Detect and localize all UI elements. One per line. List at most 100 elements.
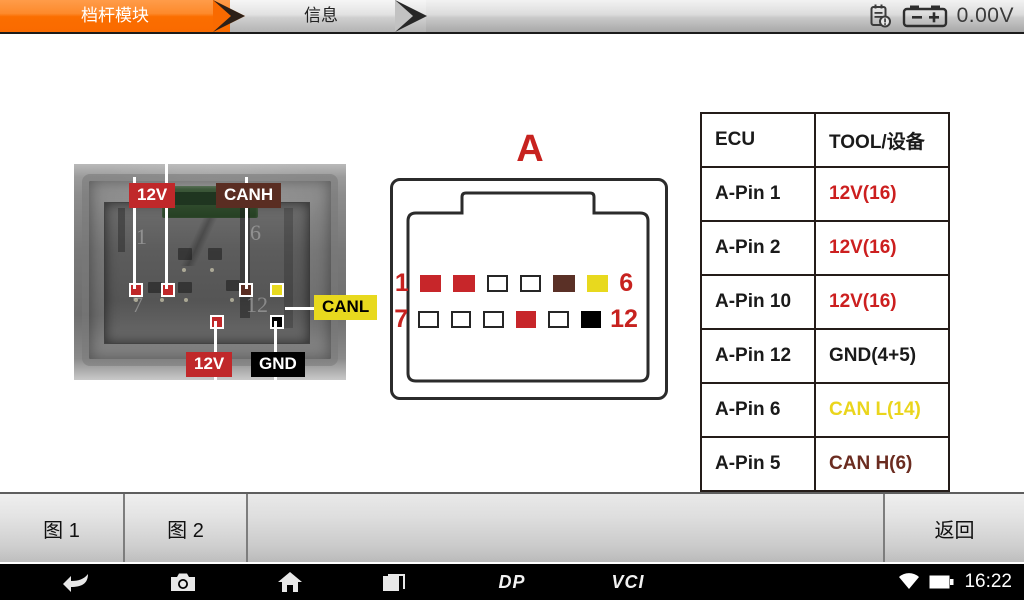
table-row: A-Pin 10 12V(16) (700, 274, 950, 330)
marker-canl (270, 283, 284, 297)
table-cell-ecu: A-Pin 6 (700, 382, 816, 438)
brand-dp-label: DP (498, 571, 526, 592)
vci-indicator[interactable]: VCI (598, 564, 658, 600)
tab-gear-module[interactable]: 档杆模块 (0, 0, 245, 32)
pin-row2-end-label: 12 (610, 304, 638, 333)
marker-12v-c (210, 315, 224, 329)
table-row: A-Pin 6 CAN L(14) (700, 382, 950, 438)
recent-apps-icon[interactable] (366, 564, 422, 600)
callout-canl-label: CANL (322, 297, 370, 316)
pinout-table: ECU TOOL/设备 A-Pin 1 12V(16) A-Pin 2 12V(… (700, 112, 950, 492)
home-icon[interactable] (262, 564, 318, 600)
leader-line-12v-b (165, 159, 168, 289)
nav-bar-right: 16:22 (898, 564, 1012, 600)
callout-12v-top-left-label: 12V (137, 185, 168, 204)
table-row: A-Pin 1 12V(16) (700, 166, 950, 222)
table-cell-ecu: A-Pin 5 (700, 436, 816, 492)
leader-line-canl (285, 307, 317, 310)
button-fig2[interactable]: 图 2 (125, 494, 248, 562)
schematic-pin-6 (586, 274, 609, 292)
table-cell-ecu: A-Pin 2 (700, 220, 816, 276)
tab-bar: 档杆模块 信息 (0, 0, 427, 32)
schematic-pin-9 (483, 310, 504, 328)
main-content: 1 6 7 12 12V CANH CANL 12V GND A 1 6 7 1… (0, 36, 1024, 492)
photo-contact-dot (184, 298, 188, 302)
photo-cavity (178, 282, 192, 293)
photo-contact-dot (134, 298, 138, 302)
table-cell-tool: GND(4+5) (814, 328, 950, 384)
button-fig1[interactable]: 图 1 (0, 494, 125, 562)
app-root: 档杆模块 信息 0.00V 1 6 7 12 12V CANH CANL 12V… (0, 0, 1024, 600)
callout-12v-top-left: 12V (129, 183, 176, 208)
connector-photo-panel: 1 6 7 12 (74, 164, 346, 380)
schematic-pin-grid: 1 6 7 12 (390, 270, 638, 332)
wifi-icon (899, 573, 920, 589)
table-cell-tool: 12V(16) (814, 166, 950, 222)
status-bar-right: 0.00V (867, 0, 1014, 32)
schematic-pin-1 (419, 274, 442, 292)
schematic-pin-row-top: 1 6 (390, 270, 638, 296)
schematic-pin-2 (453, 274, 475, 292)
voltage-reading: 0.00V (956, 4, 1014, 27)
connector-photo-image: 1 6 7 12 (74, 164, 346, 380)
marker-12v-b (161, 283, 175, 297)
schematic-pin-7 (418, 310, 439, 328)
pin-row2-start-label: 7 (394, 304, 409, 333)
bottom-toolbar: 图 1 图 2 返回 (0, 492, 1024, 562)
battery-icon (929, 575, 954, 589)
callout-12v-bottom: 12V (186, 352, 233, 377)
vci-label: VCI (611, 571, 645, 592)
pin-row1-start-label: 1 (394, 268, 409, 297)
table-cell-tool: CAN H(6) (814, 436, 950, 492)
brand-dp-logo[interactable]: DP (482, 564, 542, 600)
schematic-pin-4 (520, 274, 542, 292)
tab-gear-module-label: 档杆模块 (81, 6, 149, 25)
table-row: A-Pin 2 12V(16) (700, 220, 950, 276)
schematic-pin-8 (450, 310, 472, 328)
status-bar: 档杆模块 信息 0.00V (0, 0, 1024, 34)
photo-rib-left (118, 208, 125, 252)
photo-contact-dot (210, 268, 214, 272)
button-back-label: 返回 (934, 519, 975, 542)
callout-canh-label: CANH (224, 185, 274, 204)
tab-info[interactable]: 信息 (230, 0, 427, 32)
toolbar-empty-area (248, 494, 885, 562)
table-cell-ecu: A-Pin 10 (700, 274, 816, 330)
table-row: A-Pin 5 CAN H(6) (700, 436, 950, 492)
photo-contact-dot (182, 268, 186, 272)
back-arrow-icon[interactable] (48, 564, 104, 600)
table-cell-ecu: A-Pin 1 (700, 166, 816, 222)
button-fig1-label: 图 1 (43, 519, 80, 542)
schematic-pin-3 (486, 274, 509, 292)
schematic-title: A (516, 128, 544, 170)
camera-icon[interactable] (155, 564, 211, 600)
photo-pin-number-1: 1 (136, 224, 147, 249)
marker-gnd (270, 315, 284, 329)
schematic-pin-11 (548, 310, 569, 328)
table-header-tool: TOOL/设备 (814, 112, 950, 168)
schematic-pin-10 (515, 310, 537, 328)
battery-terminal-icon (902, 5, 947, 28)
photo-contact-dot (230, 298, 234, 302)
button-fig2-label: 图 2 (167, 519, 204, 542)
callout-canh: CANH (216, 183, 282, 208)
table-cell-tool: 12V(16) (814, 220, 950, 276)
photo-cavity (226, 280, 240, 291)
photo-pin-number-6: 6 (250, 220, 261, 245)
photo-cavity (178, 248, 192, 260)
schematic-pin-row-bottom: 7 12 (390, 306, 638, 332)
table-header-ecu: ECU (700, 112, 816, 168)
callout-gnd-label: GND (259, 354, 297, 373)
table-row: A-Pin 12 GND(4+5) (700, 328, 950, 384)
tab-arrow-icon (395, 0, 427, 32)
callout-canl: CANL (314, 295, 378, 320)
tab-arrow-icon (213, 0, 245, 32)
clock-time: 16:22 (964, 571, 1012, 592)
connector-schematic: A 1 6 7 12 (390, 130, 670, 408)
button-back[interactable]: 返回 (885, 494, 1024, 562)
schematic-pin-5 (553, 274, 575, 292)
report-clipboard-icon[interactable] (867, 3, 893, 29)
schematic-pin-12 (580, 310, 602, 328)
photo-cavity (148, 282, 162, 293)
table-cell-ecu: A-Pin 12 (700, 328, 816, 384)
